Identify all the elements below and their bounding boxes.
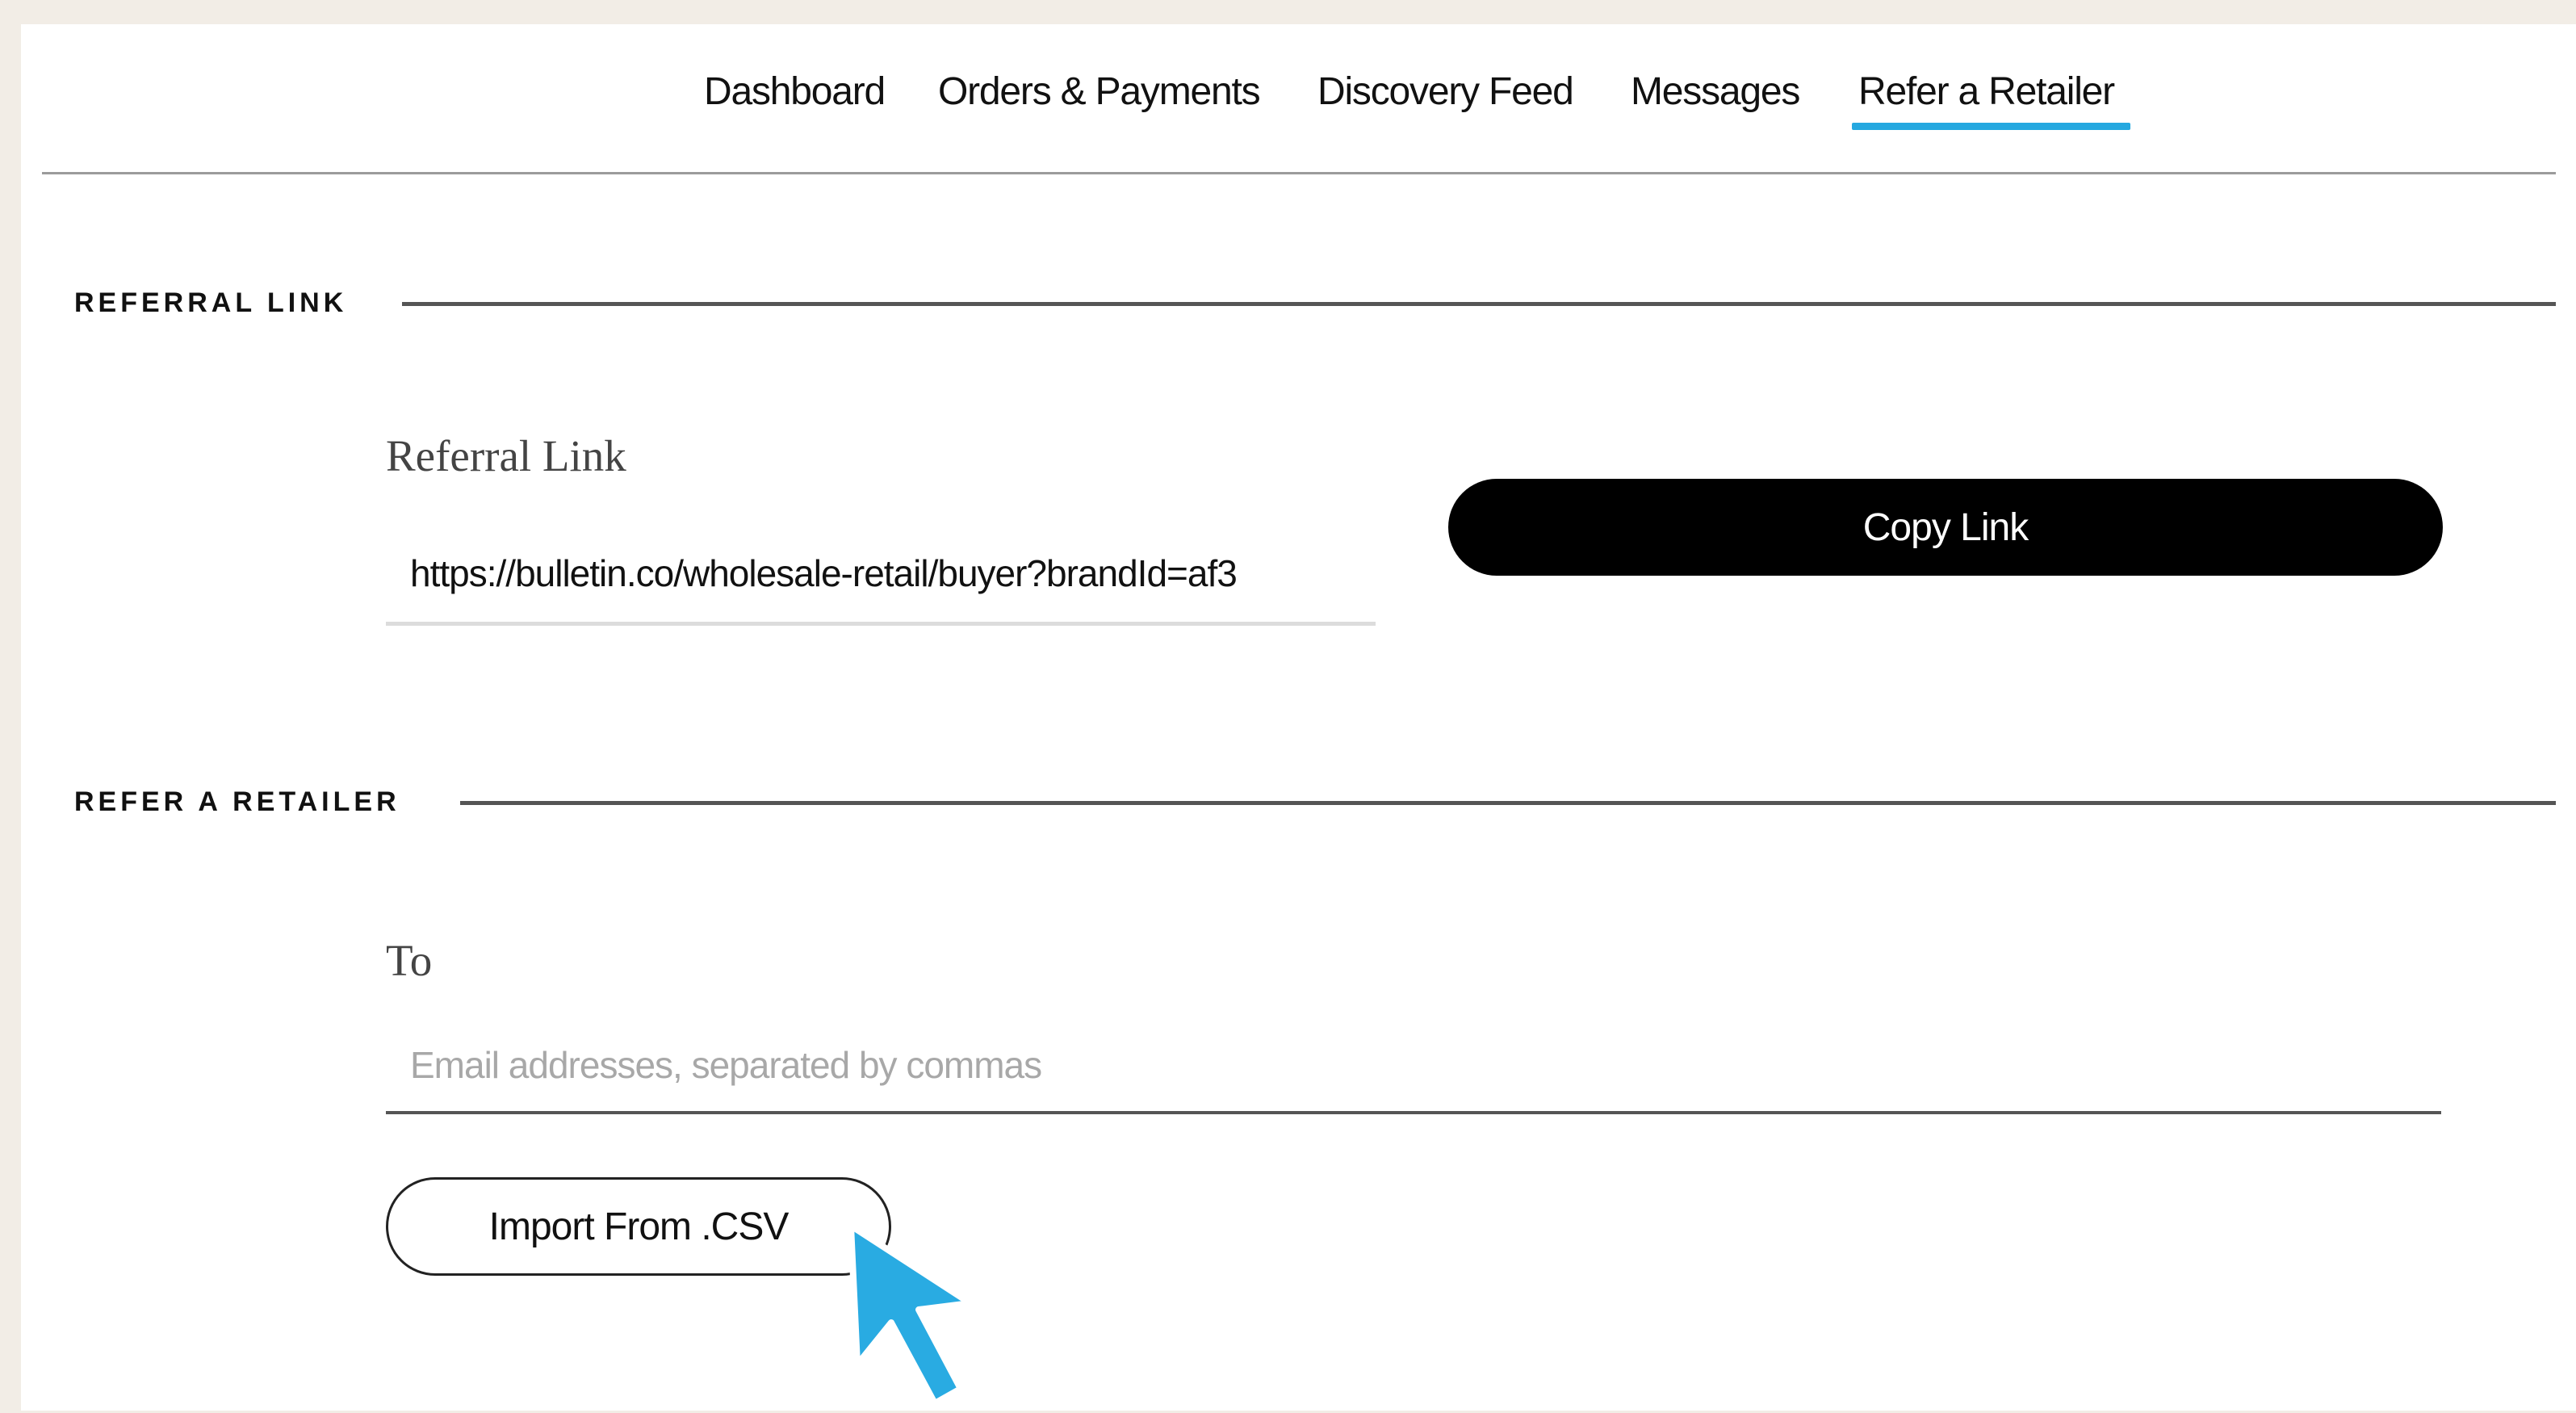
referral-link-section-rule xyxy=(402,302,2556,306)
referral-link-input[interactable] xyxy=(410,545,1347,602)
to-label: To xyxy=(386,936,433,985)
import-csv-button[interactable]: Import From .CSV xyxy=(386,1177,891,1276)
content-card: Dashboard Orders & Payments Discovery Fe… xyxy=(21,24,2576,1411)
referral-link-field xyxy=(386,529,1376,626)
pointer-cursor-icon xyxy=(848,1222,974,1407)
nav-divider xyxy=(42,172,2556,174)
copy-link-button[interactable]: Copy Link xyxy=(1448,479,2443,576)
referral-link-section-title: REFERRAL LINK xyxy=(74,287,348,318)
referral-link-label: Referral Link xyxy=(386,431,626,480)
active-tab-indicator xyxy=(1852,123,2130,130)
nav-item-messages[interactable]: Messages xyxy=(1631,69,1800,114)
nav-item-discovery-feed[interactable]: Discovery Feed xyxy=(1317,69,1574,114)
refer-a-retailer-section-rule xyxy=(460,801,2556,805)
to-field xyxy=(386,1017,2441,1114)
top-navigation: Dashboard Orders & Payments Discovery Fe… xyxy=(21,24,2576,174)
nav-item-dashboard[interactable]: Dashboard xyxy=(704,69,886,114)
nav-item-orders-payments[interactable]: Orders & Payments xyxy=(938,69,1261,114)
nav-item-refer-a-retailer[interactable]: Refer a Retailer xyxy=(1858,69,2115,114)
refer-a-retailer-section-title: REFER A RETAILER xyxy=(74,786,400,817)
email-addresses-input[interactable] xyxy=(410,1037,2412,1093)
